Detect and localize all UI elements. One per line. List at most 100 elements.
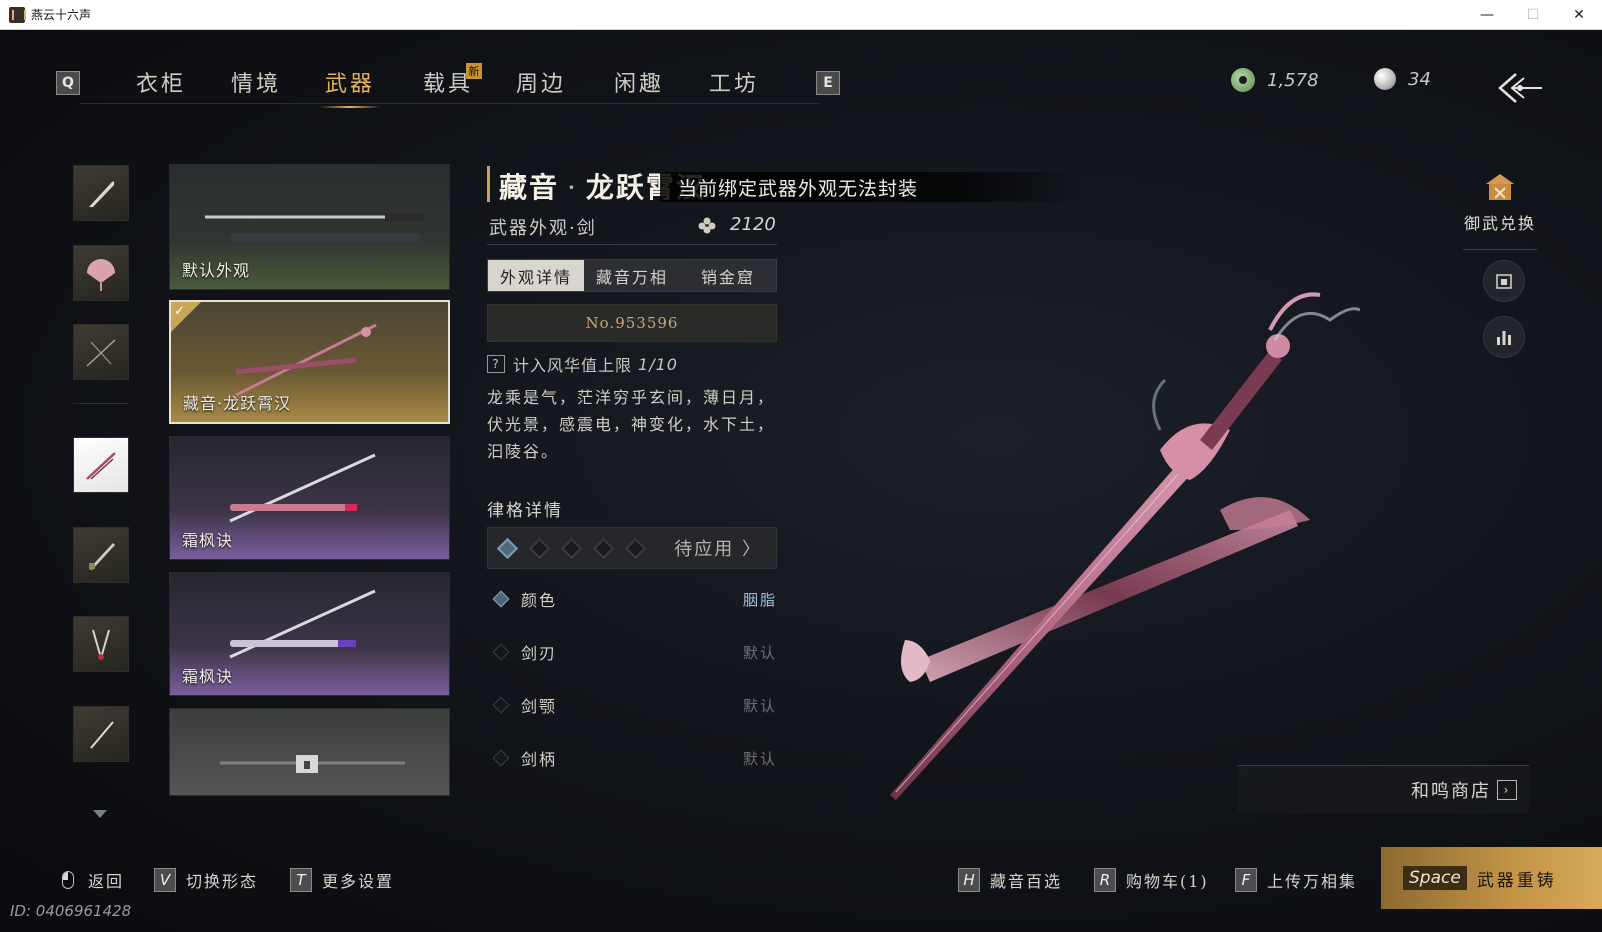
skin-card-label: 霜枫诀	[182, 667, 234, 686]
weapon-slot-dagger[interactable]	[73, 706, 129, 762]
prev-tab-key[interactable]: Q	[56, 71, 80, 95]
dagger-icon	[90, 721, 114, 749]
weapon-slot-fan[interactable]	[73, 245, 129, 301]
property-row-color[interactable]: 颜色 胭脂	[487, 584, 777, 614]
exchange-shop-icon	[1486, 174, 1514, 200]
serial-number: No.953596	[487, 304, 777, 342]
recast-key: Space	[1403, 866, 1467, 890]
blade-icon	[89, 543, 115, 570]
skin-score-value: 2120	[730, 214, 776, 235]
user-id: ID: 0406961428	[10, 902, 132, 920]
switch-form-hint[interactable]: V 切换形态	[154, 868, 258, 892]
dragon-sword-thumbnail	[235, 323, 377, 397]
skin-card-default[interactable]: 默认外观	[169, 164, 450, 290]
weapon-slot-spear[interactable]	[73, 324, 129, 380]
property-value: 默认	[742, 643, 777, 662]
tab-scene[interactable]: 情境	[231, 66, 281, 106]
recast-label: 武器重铸	[1476, 870, 1557, 891]
jade-icon	[1231, 68, 1255, 92]
weapon-exchange-button[interactable]: 御武兑换	[1460, 170, 1540, 234]
skin-description: 龙乘是气，茫洋穷乎玄间，薄日月，伏光景，感震电，神变化，水下土，汩陵谷。	[487, 388, 776, 461]
shop-label: 和鸣商店	[1411, 780, 1491, 802]
lvge-apply-bar[interactable]: 待应用 〉	[487, 527, 777, 569]
scroll-down-arrow-icon[interactable]	[93, 810, 107, 818]
property-name: 剑刃	[521, 644, 558, 663]
window-controls: — ☐ ✕	[1464, 0, 1602, 30]
game-viewport: Q 衣柜 情境 武器 载具 新 周边 闲趣 工坊 E 1,578 34 默认外观…	[0, 30, 1602, 932]
frost-maple-sword-image	[229, 453, 376, 523]
tab-wardrobe[interactable]: 衣柜	[136, 66, 186, 106]
lvge-slot-icon	[496, 537, 519, 559]
more-key: T	[290, 868, 312, 892]
new-badge: 新	[466, 63, 482, 79]
pearl-amount: 34	[1408, 68, 1431, 90]
upload-key: F	[1235, 868, 1257, 892]
weapon-slot-sword-active[interactable]	[73, 437, 129, 493]
switch-label: 切换形态	[186, 872, 259, 891]
tab-workshop[interactable]: 工坊	[709, 66, 759, 106]
default-sword-image	[205, 213, 425, 241]
upload-hint[interactable]: F 上传万相集	[1235, 868, 1357, 892]
skin-title-part1: 藏音	[499, 171, 560, 204]
tab-peripheral[interactable]: 周边	[516, 66, 566, 106]
skin-score: 2120	[698, 214, 776, 235]
minimize-button[interactable]: —	[1464, 0, 1510, 30]
segment-xiaojinku[interactable]: 销金窟	[680, 260, 776, 291]
lvge-section-title: 律格详情	[487, 501, 563, 521]
cangyin-select-hint[interactable]: H 藏音百选	[958, 868, 1062, 892]
weapon-recast-button[interactable]: Space 武器重铸	[1381, 847, 1602, 909]
twin-blades-icon	[92, 629, 110, 660]
skin-card-label: 霜枫诀	[182, 531, 234, 550]
title-accent-bar	[487, 166, 490, 202]
skin-card-frost-maple-2[interactable]: 霜枫诀	[169, 572, 450, 696]
detail-segment-control: 外观详情 藏音万相 销金窟	[487, 259, 777, 292]
tabs-divider	[80, 103, 820, 104]
back-arrow-icon[interactable]	[1494, 70, 1544, 106]
strip-divider	[73, 403, 129, 404]
maximize-button[interactable]: ☐	[1510, 0, 1556, 30]
back-hint[interactable]: 返回	[62, 868, 124, 892]
skin-card-locked[interactable]	[169, 708, 450, 796]
property-row-hilt[interactable]: 剑柄 默认	[487, 743, 777, 773]
diamond-icon	[492, 749, 510, 767]
property-row-blade[interactable]: 剑刃 默认	[487, 637, 777, 667]
help-icon[interactable]: ?	[487, 355, 505, 373]
heming-shop-button[interactable]: 和鸣商店 ›	[1237, 765, 1529, 813]
flower-icon	[698, 217, 716, 233]
stats-button[interactable]	[1483, 316, 1525, 358]
spear-icon	[86, 339, 116, 367]
weapon-slot-twin-blades[interactable]	[73, 616, 129, 672]
next-tab-key[interactable]: E	[816, 71, 840, 95]
tab-leisure[interactable]: 闲趣	[614, 66, 664, 106]
lvge-slot-icon	[624, 537, 647, 559]
cart-label: 购物车(1)	[1126, 872, 1209, 891]
upload-label: 上传万相集	[1267, 872, 1358, 891]
close-button[interactable]: ✕	[1556, 0, 1602, 30]
weapon-preview-image[interactable]	[890, 280, 1360, 810]
property-name: 剑颚	[521, 697, 558, 716]
property-name: 颜色	[521, 591, 558, 610]
skin-card-selected[interactable]: ✓ 藏音·龙跃霄汉	[169, 300, 450, 424]
skin-card-frost-maple-1[interactable]: 霜枫诀	[169, 436, 450, 560]
cart-hint[interactable]: R 购物车(1)	[1094, 868, 1209, 892]
segment-appearance[interactable]: 外观详情	[488, 260, 584, 291]
tab-weapon[interactable]: 武器	[318, 66, 382, 108]
weapon-slot-blade[interactable]	[73, 527, 129, 583]
brush-icon	[89, 181, 115, 207]
more-settings-hint[interactable]: T 更多设置	[290, 868, 394, 892]
photo-mode-button[interactable]	[1483, 260, 1525, 302]
property-row-guard[interactable]: 剑颚 默认	[487, 690, 777, 720]
subtitle-divider	[487, 244, 777, 245]
segment-cangyin[interactable]: 藏音万相	[584, 260, 680, 291]
fenghua-value: 1/10	[638, 354, 678, 374]
pearl-currency: 34	[1374, 68, 1431, 90]
weapon-slot-brush[interactable]	[73, 165, 129, 221]
property-name: 剑柄	[521, 750, 558, 769]
app-icon	[9, 6, 26, 23]
window-titlebar: 燕云十六声 — ☐ ✕	[0, 0, 1602, 30]
cang-label: 藏音百选	[990, 872, 1063, 891]
frame-icon	[1496, 274, 1512, 289]
lvge-pending-label: 待应用 〉	[674, 539, 762, 560]
external-arrow-icon: ›	[1497, 779, 1517, 800]
window-title: 燕云十六声	[31, 8, 92, 22]
